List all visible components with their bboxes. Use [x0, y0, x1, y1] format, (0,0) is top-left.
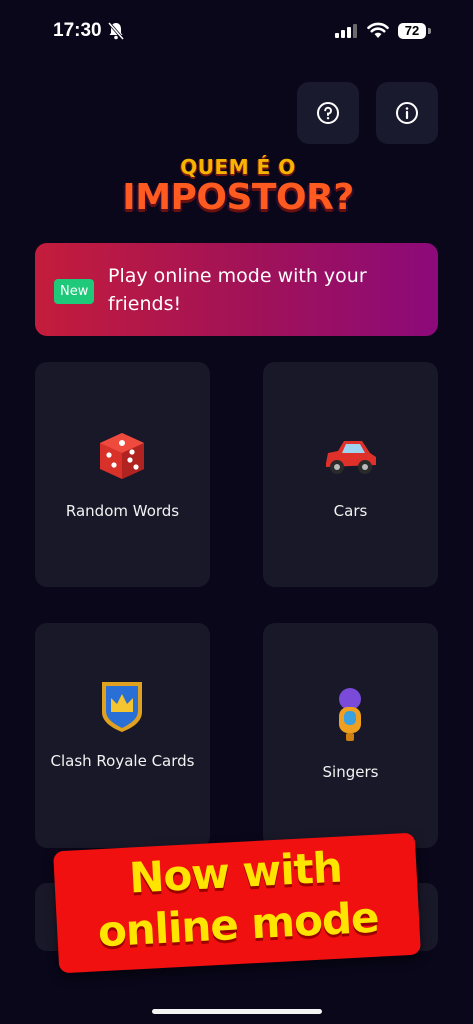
- battery-indicator: 72: [398, 23, 426, 39]
- category-card-cars[interactable]: Cars: [263, 362, 438, 587]
- battery-level: 72: [404, 23, 420, 38]
- online-mode-banner[interactable]: New Play online mode with your friends!: [35, 243, 438, 336]
- bell-slash-icon: [108, 22, 124, 40]
- crown-shield-icon: [102, 682, 142, 732]
- category-card-random-words[interactable]: Random Words: [35, 362, 210, 587]
- logo-line-2: IMPOSTOR?: [122, 177, 354, 218]
- promo-stamp: Now with online mode: [53, 832, 421, 974]
- logo-line-1: QUEM É O: [180, 155, 296, 179]
- category-label: Clash Royale Cards: [50, 752, 195, 770]
- status-time: 17:30: [53, 20, 102, 41]
- info-button[interactable]: [376, 82, 438, 144]
- info-circle-icon: [396, 102, 418, 124]
- cellular-signal-icon: [335, 24, 357, 38]
- category-label: Cars: [333, 502, 368, 520]
- app-logo: QUEM É O IMPOSTOR?: [118, 155, 358, 235]
- category-label: Singers: [322, 763, 379, 781]
- category-card-singers[interactable]: Singers: [263, 623, 438, 848]
- category-card-clash-royale[interactable]: Clash Royale Cards: [35, 623, 210, 848]
- category-label: Random Words: [65, 502, 180, 520]
- banner-text: Play online mode with your friends!: [108, 265, 367, 315]
- microphone-icon: [339, 688, 361, 741]
- home-indicator[interactable]: [152, 1009, 322, 1014]
- new-badge: New: [54, 279, 95, 304]
- dice-icon: [100, 433, 144, 479]
- battery-tip: [428, 28, 431, 34]
- question-circle-icon: [317, 102, 339, 124]
- car-icon: [326, 441, 376, 474]
- wifi-icon: [367, 22, 389, 38]
- status-bar: 17:30 72: [0, 0, 473, 60]
- help-button[interactable]: [297, 82, 359, 144]
